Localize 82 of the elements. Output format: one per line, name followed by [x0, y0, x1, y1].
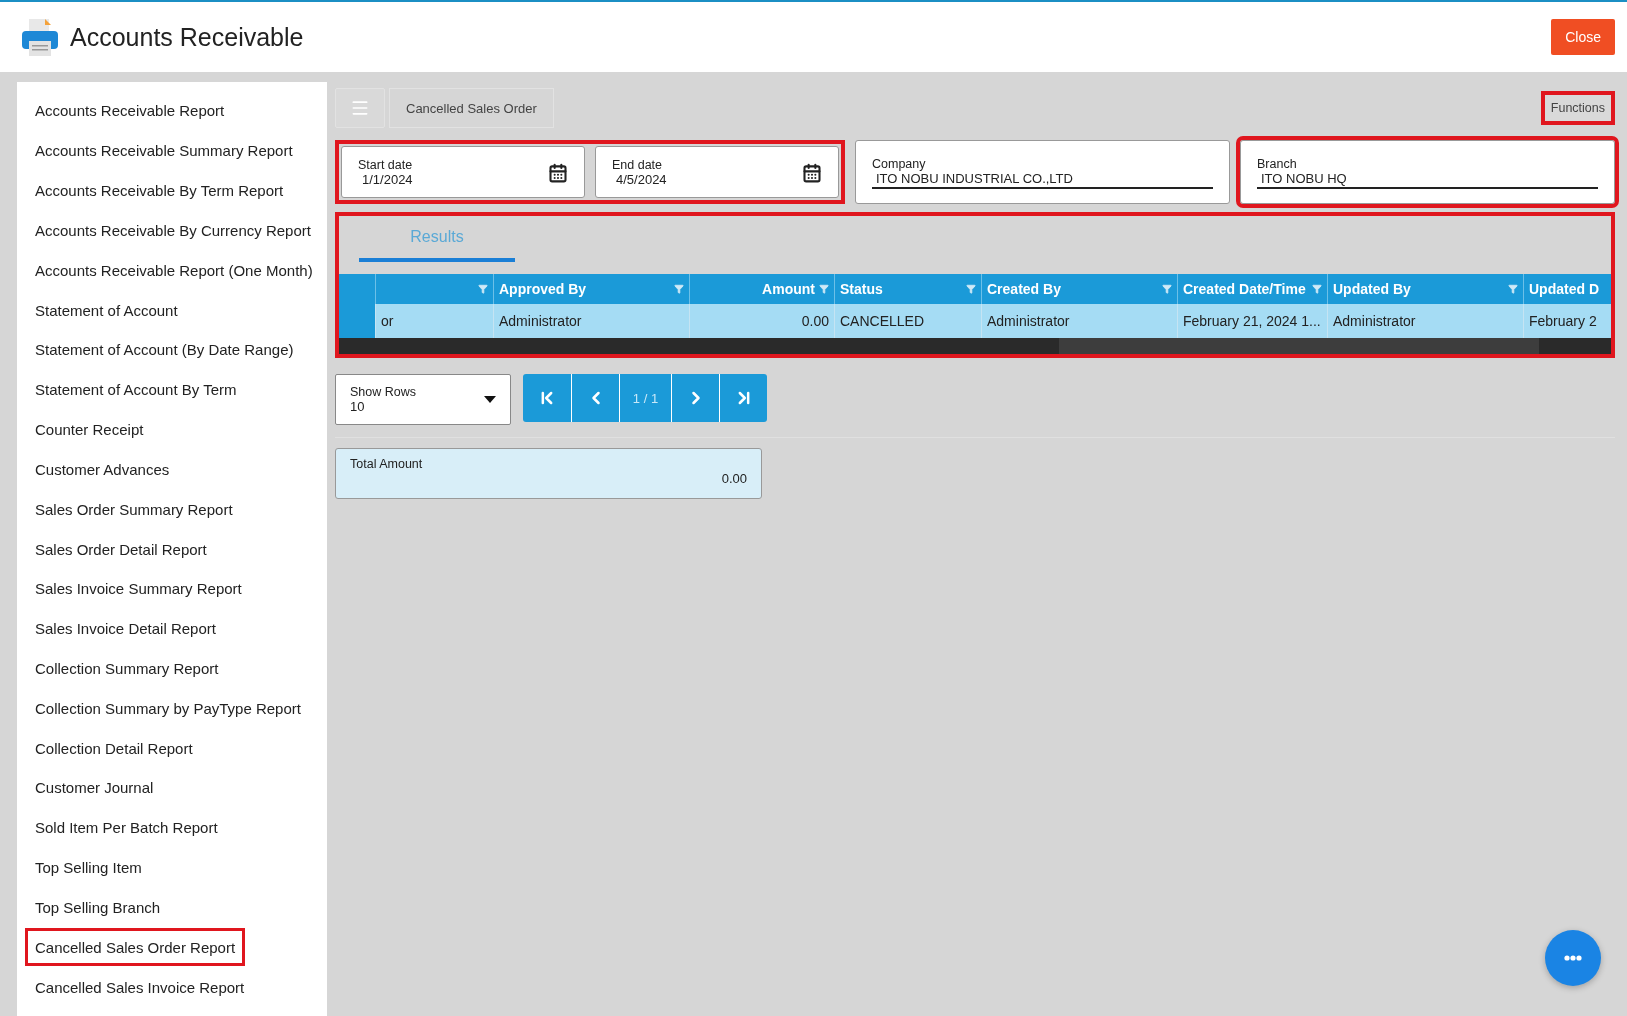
field-value: 1/1/2024	[361, 172, 414, 188]
field-label: Show Rows	[350, 385, 417, 399]
filter-icon[interactable]	[966, 284, 976, 294]
close-button[interactable]: Close	[1551, 19, 1615, 55]
sidebar-item[interactable]: Top Selling Branch	[25, 888, 171, 927]
sidebar-item[interactable]: Accounts Receivable By Currency Report	[25, 211, 321, 250]
header-label: Updated D	[1529, 281, 1599, 297]
total-label: Total Amount	[350, 457, 424, 471]
sidebar-item[interactable]: Accounts Receivable Report (One Month)	[25, 251, 323, 290]
sidebar-item[interactable]: Collection Summary by PayType Report	[25, 689, 311, 728]
table-cell: CANCELLED	[834, 304, 981, 338]
sidebar-item[interactable]: Customer Journal	[25, 769, 164, 807]
column-header[interactable]	[375, 274, 493, 304]
table-cell: Administrator	[981, 304, 1177, 338]
page-indicator: 1 / 1	[619, 374, 671, 422]
header-label: Created Date/Time	[1183, 281, 1306, 297]
table-cell: Administrator	[493, 304, 689, 338]
menu-icon	[350, 98, 370, 118]
sidebar-item[interactable]: Accounts Receivable Summary Report	[25, 131, 303, 170]
sidebar-item[interactable]: Accounts Receivable By Term Report	[25, 171, 294, 210]
sidebar-item[interactable]: Accounts Receivable Report	[25, 92, 235, 130]
last-page-button[interactable]	[719, 374, 767, 422]
header-label: Approved By	[499, 281, 587, 297]
filter-icon[interactable]	[1312, 284, 1322, 294]
sidebar-item[interactable]: Customer Advances	[25, 450, 180, 489]
table-cell: February 2	[1523, 304, 1611, 338]
sidebar-item[interactable]: Sales Order Summary Report	[25, 490, 243, 529]
sidebar-item[interactable]: Sales Invoice Detail Report	[25, 609, 226, 648]
filter-icon[interactable]	[478, 284, 488, 294]
field-value: ITO NOBU INDUSTRIAL CO.,LTD	[872, 171, 1213, 189]
next-page-button[interactable]	[671, 374, 719, 422]
ellipsis-icon	[1564, 955, 1582, 961]
printer-icon	[20, 17, 60, 57]
field-label: Branch	[1257, 157, 1298, 171]
select-field[interactable]: Company ITO NOBU INDUSTRIAL CO.,LTD	[855, 140, 1230, 204]
sidebar-item[interactable]: Sales Order Detail Report	[25, 530, 217, 568]
sidebar-item[interactable]: Top Selling Item	[25, 848, 152, 887]
table-cell: 0.00	[689, 304, 834, 338]
filter-icon[interactable]	[674, 284, 684, 294]
sidebar-item[interactable]: Sold Item Per Batch Report	[25, 808, 228, 847]
caret-icon	[484, 396, 496, 403]
table-cell: or	[375, 304, 493, 338]
menu-button[interactable]	[335, 88, 385, 128]
header-label: Amount	[762, 281, 815, 297]
breadcrumb: Cancelled Sales Order	[389, 88, 554, 128]
field-value: 10	[350, 399, 366, 414]
date-field[interactable]: Start date 1/1/2024	[341, 146, 585, 198]
table-cell: February 21, 2024 1...	[1177, 304, 1327, 338]
date-field[interactable]: End date 4/5/2024	[595, 146, 839, 198]
header-label: Updated By	[1333, 281, 1411, 297]
previous-page-button[interactable]	[571, 374, 619, 422]
field-value: 4/5/2024	[615, 172, 668, 188]
show-rows-select[interactable]: Show Rows 10	[335, 374, 511, 425]
filter-icon[interactable]	[1508, 284, 1518, 294]
total-value: 0.00	[721, 471, 747, 486]
sidebar-item[interactable]: Collection Detail Report	[25, 729, 203, 768]
sidebar-item[interactable]: Statement of Account By Term	[25, 370, 247, 409]
window-title: Accounts Receivable	[70, 22, 305, 52]
header-label: Created By	[987, 281, 1061, 297]
filter-icon[interactable]	[1162, 284, 1172, 294]
calendar-icon[interactable]	[802, 163, 822, 183]
field-label: End date	[612, 158, 664, 172]
scrollbar-thumb[interactable]	[1059, 338, 1539, 354]
field-label: Start date	[358, 158, 414, 172]
sidebar-item[interactable]: Statement of Account	[25, 291, 188, 329]
field-label: Company	[872, 157, 927, 171]
horizontal-scrollbar[interactable]	[339, 338, 1611, 354]
sidebar-item[interactable]: Sales Invoice Summary Report	[25, 569, 252, 608]
first-page-button[interactable]	[523, 374, 571, 422]
header-label: Status	[840, 281, 883, 297]
sidebar-item[interactable]: Cancelled Sales Order Report	[25, 928, 246, 967]
filter-icon[interactable]	[819, 284, 829, 294]
sidebar-item[interactable]: Cancelled Sales Invoice Report	[25, 968, 255, 1007]
sidebar-item[interactable]: Statement of Account (By Date Range)	[25, 330, 304, 369]
sidebar-item[interactable]: Counter Receipt	[25, 410, 154, 449]
sidebar-item[interactable]: Collection Summary Report	[25, 649, 229, 688]
field-value: ITO NOBU HQ	[1257, 171, 1598, 189]
functions-button[interactable]: Functions	[1540, 91, 1615, 125]
table-corner	[339, 274, 375, 304]
more-button[interactable]	[1545, 930, 1601, 986]
table-cell: Administrator	[1327, 304, 1523, 338]
calendar-icon[interactable]	[548, 163, 568, 183]
